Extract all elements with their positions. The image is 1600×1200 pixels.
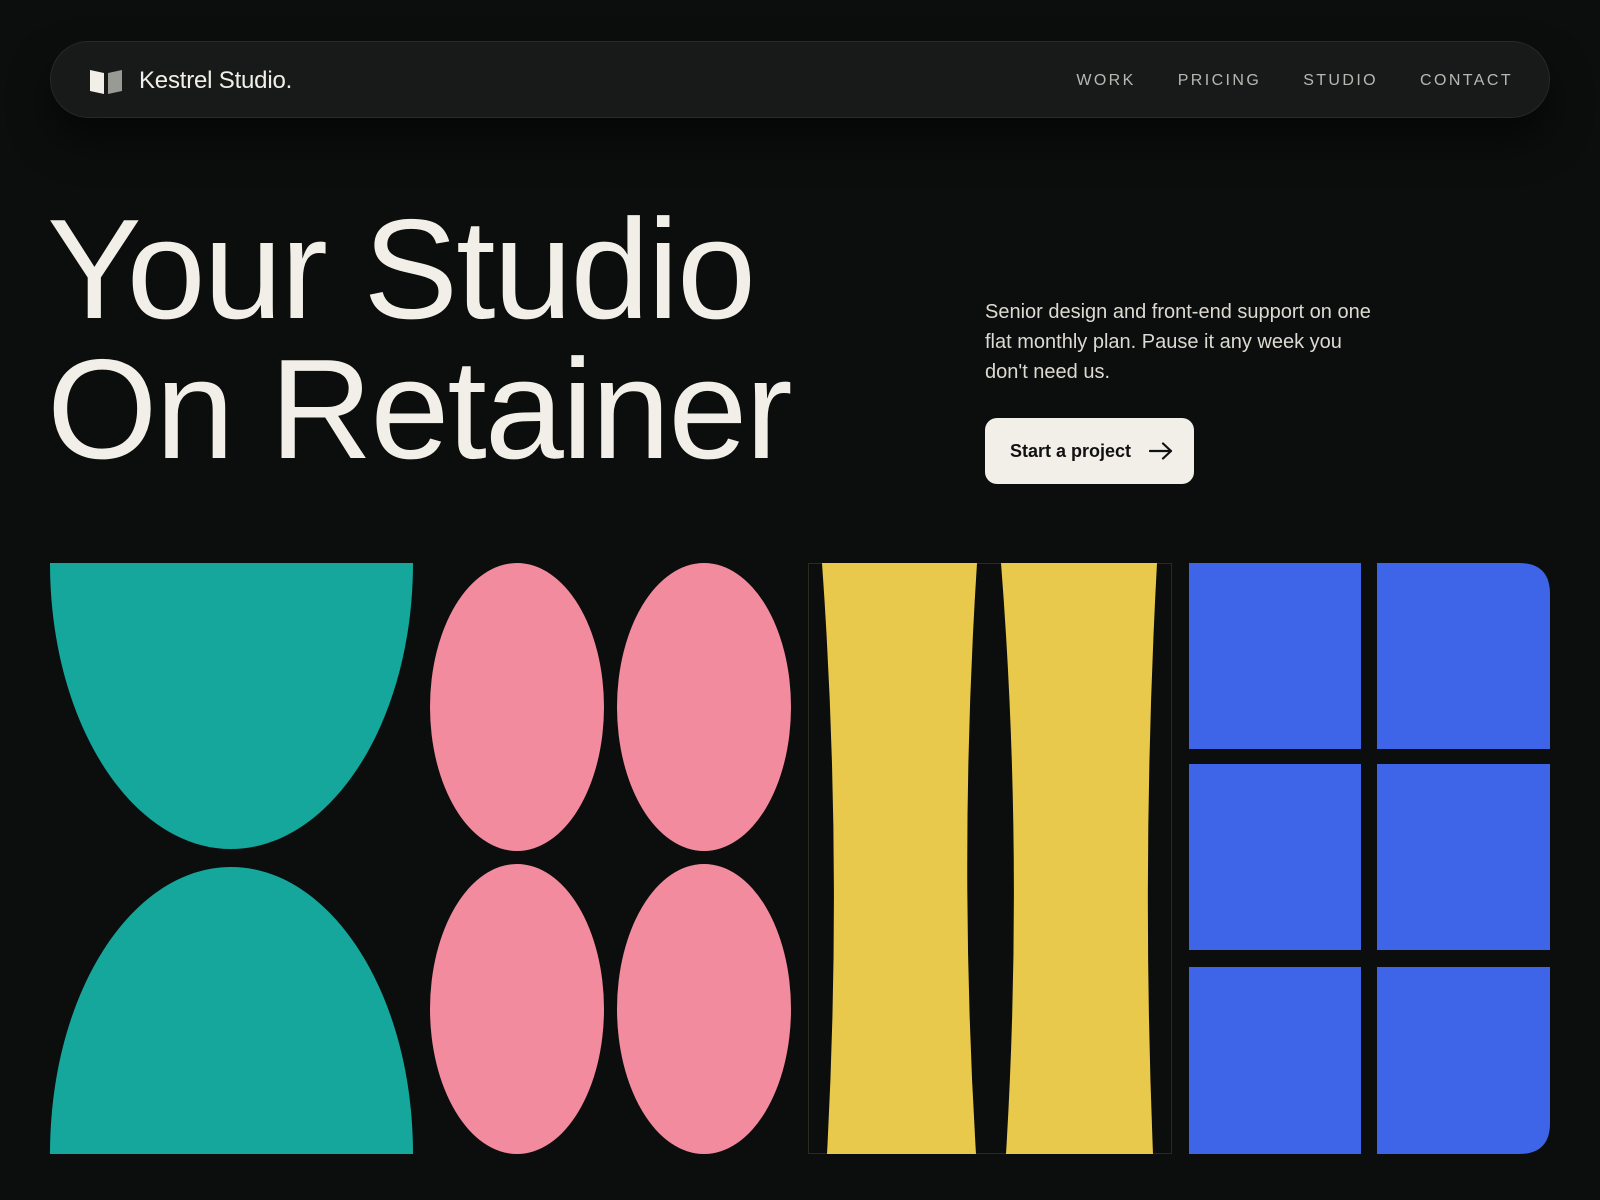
open-book-icon [90,69,122,94]
hero-title-line-2: On Retainer [47,330,793,489]
blue-square-5 [1189,967,1361,1154]
hero-title-line-1: Your Studio [47,190,756,349]
brand-link[interactable]: Kestrel Studio. [89,42,292,119]
blue-grid-tile [1189,563,1550,1154]
start-project-button[interactable]: Start a project [985,418,1194,484]
teal-arch-shape [50,867,413,1154]
nav-link-contact[interactable]: CONTACT [1420,72,1513,90]
teal-bowl-shape [50,563,413,849]
nav-link-work[interactable]: WORK [1076,72,1135,90]
yellow-column-2 [1001,563,1157,1154]
pink-ovals-tile [430,563,793,1154]
brand-name: Kestrel Studio. [139,66,293,94]
nav-link-pricing[interactable]: PRICING [1178,72,1261,90]
start-project-label: Start a project [1010,440,1132,461]
teal-arch-tile [50,563,413,1154]
hero-tagline: Senior design and front-end support on o… [985,301,1371,383]
pink-oval-3 [430,864,604,1154]
blue-square-1 [1189,563,1361,749]
nav-link-studio[interactable]: STUDIO [1303,72,1378,90]
hero-title: Your Studio On Retainer [47,190,793,489]
blue-square-3 [1189,764,1361,950]
pink-oval-4 [617,864,791,1154]
top-navigation: Kestrel Studio. WORK PRICING STUDIO CONT… [50,41,1550,118]
pink-oval-2 [617,563,791,851]
yellow-columns-tile [808,563,1172,1154]
yellow-column-1 [822,563,977,1154]
main-nav: WORK PRICING STUDIO CONTACT [1034,42,1513,119]
blue-square-4 [1377,764,1550,950]
blue-square-2 [1377,563,1550,749]
pink-oval-1 [430,563,604,851]
blue-square-6 [1377,967,1550,1154]
arrow-right-icon [1149,442,1173,460]
